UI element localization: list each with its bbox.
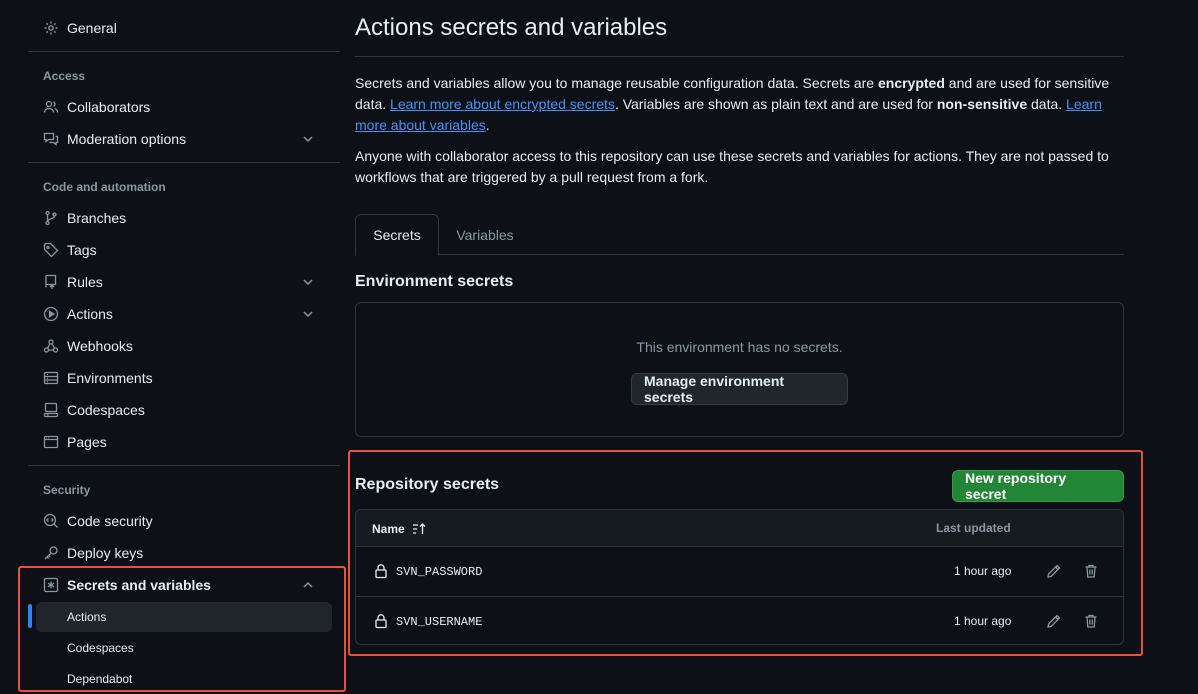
secret-name: SVN_PASSWORD xyxy=(396,565,483,579)
sidebar-subitem-actions[interactable]: Actions xyxy=(36,602,332,632)
sidebar-item-label: Secrets and variables xyxy=(67,577,211,593)
tab-secrets[interactable]: Secrets xyxy=(355,214,439,256)
chevron-down-icon[interactable] xyxy=(300,274,316,290)
trash-icon[interactable] xyxy=(1083,563,1099,579)
column-header-label: Name xyxy=(372,522,405,536)
chevron-down-icon[interactable] xyxy=(300,306,316,322)
sidebar-subitem-dependabot[interactable]: Dependabot xyxy=(36,664,332,694)
section-heading-access: Access xyxy=(43,69,86,83)
sidebar-item-label: Moderation options xyxy=(67,131,187,147)
sidebar-item-environments[interactable]: Environments xyxy=(36,362,332,394)
table-row: SVN_USERNAME 1 hour ago xyxy=(356,596,1123,644)
sidebar-divider xyxy=(28,162,340,163)
intro-text: data. xyxy=(1027,96,1067,112)
section-heading-security: Security xyxy=(43,483,91,497)
tab-variables[interactable]: Variables xyxy=(439,214,531,255)
tag-icon xyxy=(43,242,59,258)
webhook-icon xyxy=(43,338,59,354)
codescan-icon xyxy=(43,513,59,529)
sidebar-item-secrets-variables[interactable]: Secrets and variables xyxy=(36,569,332,601)
sidebar-item-moderation[interactable]: Moderation options xyxy=(36,123,332,155)
secret-last-updated: 1 hour ago xyxy=(954,564,1012,578)
sidebar-item-webhooks[interactable]: Webhooks xyxy=(36,330,332,362)
pencil-icon[interactable] xyxy=(1046,563,1062,579)
new-repository-secret-button[interactable]: New repository secret xyxy=(952,470,1124,502)
intro-text: . xyxy=(485,117,490,133)
sidebar-item-label: Tags xyxy=(67,242,97,258)
sidebar-item-general[interactable]: General xyxy=(36,12,332,44)
repository-secrets-table: Name Last updated SVN_PASSWORD 1 hour ag… xyxy=(355,509,1124,645)
sidebar-subitem-label: Actions xyxy=(67,610,107,624)
comment-discussion-icon xyxy=(43,131,59,147)
sidebar-item-deploy-keys[interactable]: Deploy keys xyxy=(36,537,332,569)
page-title: Actions secrets and variables xyxy=(355,14,668,41)
repo-push-icon xyxy=(43,274,59,290)
asterisk-box-icon xyxy=(43,577,59,593)
column-header-last-updated: Last updated xyxy=(936,521,1011,535)
sidebar-divider xyxy=(28,465,340,466)
sort-asc-icon[interactable] xyxy=(411,521,427,537)
sidebar-item-label: Collaborators xyxy=(67,99,151,115)
sidebar-item-label: Code security xyxy=(67,513,153,529)
play-icon xyxy=(43,306,59,322)
main-content: Actions secrets and variables Secrets an… xyxy=(355,0,1125,693)
intro-text: Secrets and variables allow you to manag… xyxy=(355,75,878,91)
sidebar-item-label: Actions xyxy=(67,306,113,322)
manage-environment-secrets-button[interactable]: Manage environment secrets xyxy=(631,373,848,405)
sidebar-item-pages[interactable]: Pages xyxy=(36,426,332,458)
settings-sidebar: General Access Collaborators Moderation … xyxy=(28,0,340,693)
repository-secrets-heading: Repository secrets xyxy=(355,476,500,493)
sidebar-divider xyxy=(28,51,340,52)
intro-bold-non-sensitive: non-sensitive xyxy=(936,96,1028,112)
title-divider xyxy=(355,56,1124,57)
server-icon xyxy=(43,370,59,386)
active-indicator xyxy=(28,604,32,628)
table-header: Name Last updated xyxy=(356,510,1123,547)
sidebar-subitem-label: Dependabot xyxy=(67,672,133,686)
key-icon xyxy=(43,545,59,561)
sidebar-item-label: Branches xyxy=(67,210,127,226)
sidebar-item-label: Webhooks xyxy=(67,338,133,354)
sidebar-item-label: General xyxy=(67,20,117,36)
sidebar-item-label: Rules xyxy=(67,274,103,290)
gear-icon xyxy=(43,20,59,36)
environment-secrets-heading: Environment secrets xyxy=(355,273,514,290)
sidebar-subitem-codespaces[interactable]: Codespaces xyxy=(36,633,332,663)
intro-paragraph: Secrets and variables allow you to manag… xyxy=(355,73,1124,136)
sidebar-item-label: Codespaces xyxy=(67,402,145,418)
sidebar-item-codespaces[interactable]: Codespaces xyxy=(36,394,332,426)
section-heading-code-automation: Code and automation xyxy=(43,180,166,194)
table-row: SVN_PASSWORD 1 hour ago xyxy=(356,547,1123,596)
people-icon xyxy=(43,99,59,115)
column-header-name[interactable]: Name xyxy=(372,521,427,537)
git-branch-icon xyxy=(43,210,59,226)
codespaces-icon xyxy=(43,402,59,418)
sidebar-item-tags[interactable]: Tags xyxy=(36,234,332,266)
collaborator-access-note: Anyone with collaborator access to this … xyxy=(355,148,1109,185)
intro-bold-encrypted: encrypted xyxy=(877,75,945,91)
sidebar-item-label: Environments xyxy=(67,370,153,386)
lock-icon xyxy=(373,613,389,629)
intro-text: . Variables are shown as plain text and … xyxy=(614,96,937,112)
learn-encrypted-secrets-link[interactable]: Learn more about encrypted secrets xyxy=(390,96,615,112)
sidebar-item-label: Deploy keys xyxy=(67,545,144,561)
sidebar-item-collaborators[interactable]: Collaborators xyxy=(36,91,332,123)
sidebar-item-branches[interactable]: Branches xyxy=(36,202,332,234)
secret-last-updated: 1 hour ago xyxy=(954,614,1012,628)
lock-icon xyxy=(373,563,389,579)
sidebar-item-rules[interactable]: Rules xyxy=(36,266,332,298)
sidebar-item-actions[interactable]: Actions xyxy=(36,298,332,330)
sidebar-item-label: Pages xyxy=(67,434,107,450)
chevron-up-icon[interactable] xyxy=(300,577,316,593)
environment-secrets-empty-state: This environment has no secrets. Manage … xyxy=(355,302,1124,437)
empty-state-text: This environment has no secrets. xyxy=(636,339,843,355)
trash-icon[interactable] xyxy=(1083,613,1099,629)
browser-icon xyxy=(43,434,59,450)
sidebar-item-code-security[interactable]: Code security xyxy=(36,505,332,537)
pencil-icon[interactable] xyxy=(1046,613,1062,629)
chevron-down-icon[interactable] xyxy=(300,131,316,147)
sidebar-subitem-label: Codespaces xyxy=(67,641,134,655)
secret-name: SVN_USERNAME xyxy=(396,615,483,629)
secrets-variables-tabs: Secrets Variables xyxy=(355,214,1124,256)
